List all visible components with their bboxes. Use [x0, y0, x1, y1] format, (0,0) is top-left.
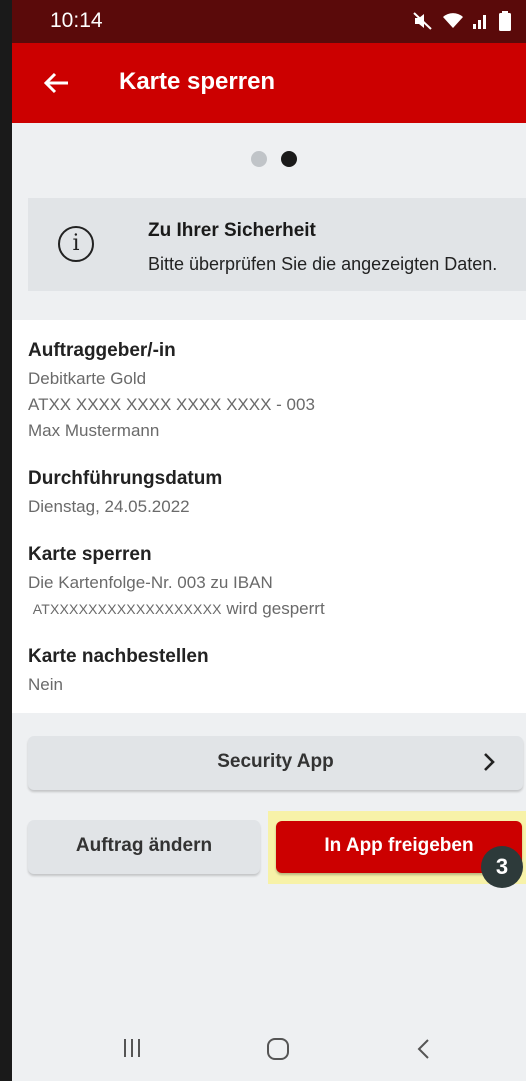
execution-date-value: Dienstag, 24.05.2022 — [28, 497, 190, 516]
execution-date-label: Durchführungsdatum — [28, 468, 223, 489]
wifi-icon — [443, 13, 463, 28]
security-app-label: Security App — [217, 751, 334, 772]
step-badge: 3 — [481, 846, 523, 888]
app-bar: Karte sperren — [12, 43, 526, 123]
order-details: Auftraggeber/-in Debitkarte Gold ATXX XX… — [12, 320, 526, 713]
system-nav-bar — [12, 1025, 526, 1081]
signal-icon — [473, 15, 486, 29]
block-card-line2: ATXXXXXXXXXXXXXXXXXX wird gesperrt — [28, 596, 325, 622]
main-content: i Zu Ihrer Sicherheit Bitte überprüfen S… — [12, 123, 526, 1081]
status-icons — [412, 10, 512, 32]
orderer-card: Debitkarte Gold — [28, 369, 147, 388]
info-heading: Zu Ihrer Sicherheit — [148, 220, 316, 241]
block-card-section: Karte sperren Die Kartenfolge-Nr. 003 zu… — [28, 544, 325, 622]
security-info-box: i Zu Ihrer Sicherheit Bitte überprüfen S… — [28, 198, 526, 291]
execution-date-section: Durchführungsdatum Dienstag, 24.05.2022 — [28, 468, 222, 520]
block-card-suffix: wird gesperrt — [226, 599, 325, 618]
recent-apps-icon[interactable] — [120, 1035, 144, 1061]
change-order-label: Auftrag ändern — [75, 835, 213, 856]
orderer-account: ATXX XXXX XXXX XXXX XXXX - 003 — [28, 395, 315, 414]
info-text: Bitte überprüfen Sie die angezeigten Dat… — [148, 254, 498, 274]
page-title: Karte sperren — [119, 68, 276, 95]
orderer-section: Auftraggeber/-in Debitkarte Gold ATXX XX… — [28, 340, 315, 444]
security-app-button[interactable]: Security App — [28, 736, 523, 790]
step-dot-1 — [251, 151, 267, 167]
block-card-line1: Die Kartenfolge-Nr. 003 zu IBAN — [28, 573, 273, 592]
battery-icon — [499, 11, 511, 31]
block-card-label: Karte sperren — [28, 544, 152, 565]
chevron-right-icon — [484, 753, 495, 771]
phone-screen: 10:14 Karte sperren i Zu Ihrer Sicherhei… — [12, 0, 526, 1081]
arrow-left-icon[interactable] — [40, 65, 76, 101]
orderer-name: Max Mustermann — [28, 421, 160, 440]
status-time: 10:14 — [50, 9, 103, 32]
block-card-iban: ATXXXXXXXXXXXXXXXXXX — [32, 601, 222, 617]
orderer-label: Auftraggeber/-in — [28, 340, 176, 361]
step-indicator — [12, 151, 526, 167]
status-bar: 10:14 — [12, 0, 526, 43]
reorder-card-section: Karte nachbestellen Nein — [28, 646, 209, 698]
info-icon: i — [58, 226, 94, 262]
step-dot-2 — [281, 151, 297, 167]
back-icon[interactable] — [414, 1035, 434, 1063]
reorder-card-value: Nein — [28, 675, 63, 694]
change-order-button[interactable]: Auftrag ändern — [28, 820, 260, 874]
reorder-card-label: Karte nachbestellen — [28, 646, 209, 667]
home-icon[interactable] — [264, 1035, 292, 1063]
mute-icon — [413, 12, 432, 30]
